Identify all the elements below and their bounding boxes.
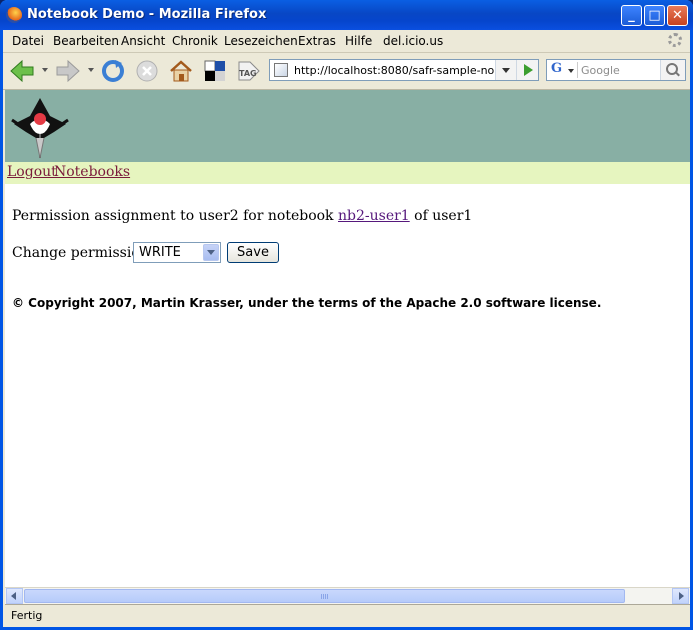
menu-bar: Datei Bearbeiten Ansicht Chronik Lesezei… xyxy=(3,30,690,53)
back-icon[interactable] xyxy=(9,59,35,83)
duke-mascot-logo xyxy=(11,98,69,159)
forward-dropdown-icon[interactable] xyxy=(88,68,94,72)
tag-icon[interactable]: TAG xyxy=(236,59,262,83)
back-dropdown-icon[interactable] xyxy=(42,68,48,72)
search-engine-selector[interactable]: G xyxy=(549,61,578,78)
tag-label: TAG xyxy=(239,69,257,78)
nav-links-bar: Logout Notebooks xyxy=(5,162,690,184)
stop-icon[interactable] xyxy=(134,59,160,83)
delicious-icon[interactable] xyxy=(202,59,228,83)
permission-select[interactable]: WRITE xyxy=(133,242,221,263)
google-icon: G xyxy=(551,61,563,76)
firefox-icon xyxy=(6,7,22,23)
menu-extras[interactable]: Extras xyxy=(298,34,336,48)
search-icon[interactable] xyxy=(660,60,685,80)
notebook-link[interactable]: nb2-user1 xyxy=(338,208,410,224)
window-title: Notebook Demo - Mozilla Firefox xyxy=(27,7,267,22)
go-icon[interactable] xyxy=(516,60,538,80)
title-bar[interactable]: Notebook Demo - Mozilla Firefox _ □ ✕ xyxy=(0,0,693,30)
scroll-thumb[interactable] xyxy=(24,589,625,603)
status-text: Fertig xyxy=(11,609,43,622)
minimize-button[interactable]: _ xyxy=(621,5,642,26)
home-icon[interactable] xyxy=(168,59,194,83)
browser-window: Notebook Demo - Mozilla Firefox _ □ ✕ Da… xyxy=(0,0,693,630)
logout-link[interactable]: Logout xyxy=(7,164,57,180)
site-banner xyxy=(5,90,690,162)
permission-selected-value: WRITE xyxy=(139,245,181,260)
menu-chronik[interactable]: Chronik xyxy=(172,34,218,48)
navigation-toolbar: TAG http://localhost:8080/safr-sample-no… xyxy=(3,53,690,90)
page-content: Logout Notebooks Permission assignment t… xyxy=(5,90,690,587)
copyright-notice: © Copyright 2007, Martin Krasser, under … xyxy=(12,296,602,310)
scroll-left-icon[interactable] xyxy=(6,588,23,604)
assignment-prefix: Permission assignment to user2 for noteb… xyxy=(12,208,334,224)
search-bar[interactable]: G Google xyxy=(546,59,686,81)
permission-assignment-text: Permission assignment to user2 for noteb… xyxy=(12,208,472,224)
notebooks-link[interactable]: Notebooks xyxy=(54,164,130,180)
assignment-suffix: of user1 xyxy=(414,208,473,224)
menu-hilfe[interactable]: Hilfe xyxy=(345,34,372,48)
select-dropdown-icon[interactable] xyxy=(203,244,219,261)
close-button[interactable]: ✕ xyxy=(667,5,688,26)
status-bar: Fertig xyxy=(5,604,690,626)
horizontal-scrollbar[interactable] xyxy=(5,587,690,604)
maximize-button[interactable]: □ xyxy=(644,5,665,26)
scroll-right-icon[interactable] xyxy=(672,588,689,604)
page-favicon-icon xyxy=(274,63,288,77)
menu-datei[interactable]: Datei xyxy=(12,34,44,48)
activity-throbber-icon xyxy=(668,33,682,47)
menu-delicious[interactable]: del.icio.us xyxy=(383,34,443,48)
save-button[interactable]: Save xyxy=(227,242,279,263)
engine-dropdown-icon xyxy=(568,69,574,73)
menu-lesezeichen[interactable]: Lesezeichen xyxy=(224,34,298,48)
url-input[interactable]: http://localhost:8080/safr-sample-notebo xyxy=(294,64,494,77)
menu-ansicht[interactable]: Ansicht xyxy=(121,34,165,48)
url-history-dropdown-icon[interactable] xyxy=(495,60,516,80)
menu-bearbeiten[interactable]: Bearbeiten xyxy=(53,34,119,48)
reload-icon[interactable] xyxy=(100,59,126,83)
search-input[interactable]: Google xyxy=(581,64,620,77)
address-bar[interactable]: http://localhost:8080/safr-sample-notebo xyxy=(269,59,539,81)
forward-icon[interactable] xyxy=(55,59,81,83)
